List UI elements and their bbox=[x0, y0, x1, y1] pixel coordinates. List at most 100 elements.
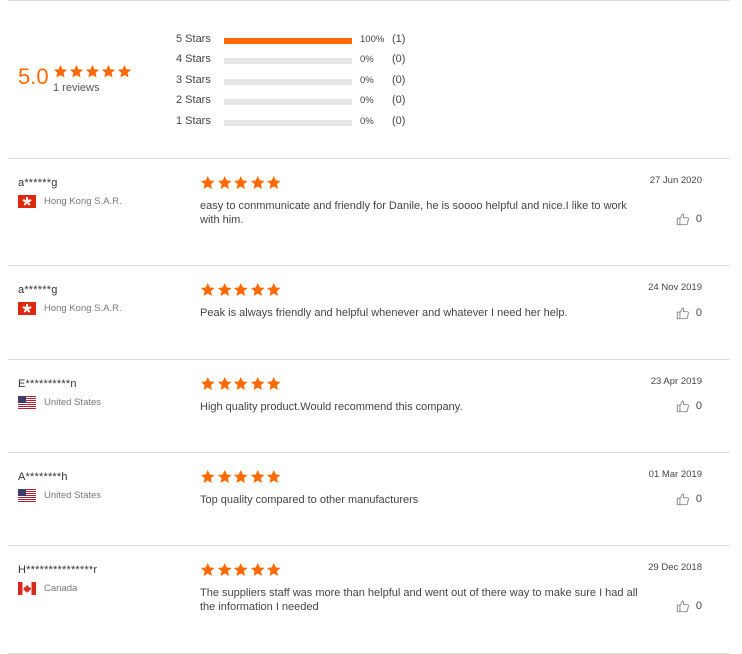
star-icon bbox=[217, 175, 233, 191]
review-item: a******g Hong Kong S.A.R. easy to conmmu… bbox=[8, 158, 730, 266]
star-icon bbox=[266, 469, 282, 485]
star-icon bbox=[117, 64, 132, 79]
distribution-percent: 0% bbox=[360, 95, 374, 107]
reviewer-country: United States bbox=[18, 396, 101, 409]
distribution-bar bbox=[224, 78, 352, 85]
average-rating: 5.0 bbox=[18, 64, 49, 89]
star-icon bbox=[200, 562, 216, 578]
star-icon bbox=[233, 376, 249, 392]
helpful-count: 0 bbox=[695, 493, 702, 505]
review-stars bbox=[200, 469, 282, 485]
thumbs-up-icon bbox=[676, 599, 690, 613]
distribution-bar bbox=[224, 99, 352, 106]
star-icon bbox=[233, 175, 249, 191]
star-icon bbox=[266, 376, 282, 392]
distribution-bar bbox=[224, 119, 352, 126]
distribution-label: 1 Stars bbox=[176, 114, 211, 127]
star-icon bbox=[217, 282, 233, 298]
star-icon bbox=[233, 562, 249, 578]
review-text: High quality product.Would recommend thi… bbox=[200, 401, 463, 413]
review-text: Peak is always friendly and helpful when… bbox=[200, 307, 568, 319]
star-icon bbox=[200, 282, 216, 298]
review-text: The suppliers staff was more than helpfu… bbox=[200, 587, 638, 613]
review-item: E**********n United States High quality … bbox=[8, 359, 730, 453]
star-icon bbox=[233, 282, 249, 298]
distribution-row[interactable]: 5 Stars 100% (1) bbox=[176, 32, 436, 52]
distribution-bar-fill bbox=[224, 38, 352, 44]
thumbs-up-icon bbox=[676, 306, 690, 320]
star-icon bbox=[53, 64, 68, 79]
review-item: A********h United States Top quality com… bbox=[8, 452, 730, 546]
distribution-label: 3 Stars bbox=[176, 73, 211, 86]
review-count: 1 reviews bbox=[53, 82, 100, 94]
distribution-percent: 100% bbox=[360, 34, 385, 45]
helpful-count: 0 bbox=[695, 307, 702, 319]
star-icon bbox=[217, 376, 233, 392]
star-icon bbox=[233, 469, 249, 485]
distribution-count: (1) bbox=[392, 33, 406, 45]
country-name: United States bbox=[44, 397, 102, 408]
country-name: United States bbox=[44, 490, 102, 501]
helpful-count: 0 bbox=[695, 213, 702, 225]
review-stars bbox=[200, 175, 282, 191]
review-stars bbox=[200, 376, 282, 392]
review-item: H***************r Canada The suppliers s… bbox=[8, 545, 730, 653]
review-text: Top quality compared to other manufactur… bbox=[200, 494, 419, 506]
distribution-count: (0) bbox=[392, 73, 406, 86]
country-name: Hong Kong S.A.R. bbox=[44, 303, 122, 314]
star-icon bbox=[200, 469, 216, 485]
review-date: 24 Nov 2019 bbox=[648, 282, 702, 293]
helpful-count: 0 bbox=[695, 400, 702, 412]
star-icon bbox=[101, 64, 116, 79]
star-icon bbox=[250, 282, 266, 298]
star-icon bbox=[250, 562, 266, 578]
helpful-button[interactable]: 0 bbox=[676, 492, 702, 506]
star-icon bbox=[200, 376, 216, 392]
star-icon bbox=[250, 469, 266, 485]
distribution-count: (0) bbox=[392, 94, 406, 107]
distribution-label: 2 Stars bbox=[176, 94, 211, 107]
reviewer-country: Canada bbox=[18, 582, 77, 595]
distribution-row[interactable]: 2 Stars 0% (0) bbox=[176, 93, 436, 113]
helpful-button[interactable]: 0 bbox=[676, 599, 702, 613]
thumbs-up-icon bbox=[676, 492, 690, 506]
distribution-label: 5 Stars bbox=[176, 33, 211, 45]
helpful-button[interactable]: 0 bbox=[676, 306, 702, 320]
distribution-percent: 0% bbox=[360, 115, 374, 127]
helpful-button[interactable]: 0 bbox=[676, 212, 702, 226]
star-icon bbox=[85, 64, 100, 79]
us-flag-icon bbox=[18, 396, 36, 409]
distribution-count: (0) bbox=[392, 53, 406, 66]
star-icon bbox=[250, 175, 266, 191]
helpful-button[interactable]: 0 bbox=[676, 399, 702, 413]
reviewer-name: a******g bbox=[18, 284, 58, 296]
review-date: 01 Mar 2019 bbox=[648, 469, 702, 480]
helpful-count: 0 bbox=[695, 600, 702, 612]
distribution-row[interactable]: 3 Stars 0% (0) bbox=[176, 73, 436, 93]
us-flag-icon bbox=[18, 489, 36, 502]
canada-flag-icon bbox=[18, 582, 36, 595]
star-icon bbox=[69, 64, 84, 79]
star-icon bbox=[217, 469, 233, 485]
distribution-percent: 0% bbox=[360, 74, 374, 86]
hong-kong-flag-icon bbox=[18, 195, 36, 208]
distribution-row[interactable]: 4 Stars 0% (0) bbox=[176, 52, 436, 72]
hong-kong-flag-icon bbox=[18, 302, 36, 315]
review-date: 27 Jun 2020 bbox=[649, 175, 702, 186]
distribution-percent: 0% bbox=[360, 54, 374, 66]
review-item: a******g Hong Kong S.A.R. Peak is always… bbox=[8, 265, 730, 360]
star-icon bbox=[266, 282, 282, 298]
country-name: Canada bbox=[44, 583, 78, 594]
star-icon bbox=[250, 376, 266, 392]
distribution-label: 4 Stars bbox=[176, 53, 211, 66]
distribution-bar bbox=[224, 38, 352, 44]
distribution-row[interactable]: 1 Stars 0% (0) bbox=[176, 114, 436, 134]
average-stars bbox=[53, 64, 132, 79]
review-stars bbox=[200, 562, 282, 578]
country-name: Hong Kong S.A.R. bbox=[44, 196, 122, 207]
star-icon bbox=[217, 562, 233, 578]
reviewer-country: Hong Kong S.A.R. bbox=[18, 302, 122, 315]
distribution-count: (0) bbox=[392, 114, 406, 127]
thumbs-up-icon bbox=[676, 212, 690, 226]
reviewer-name: a******g bbox=[18, 177, 58, 189]
